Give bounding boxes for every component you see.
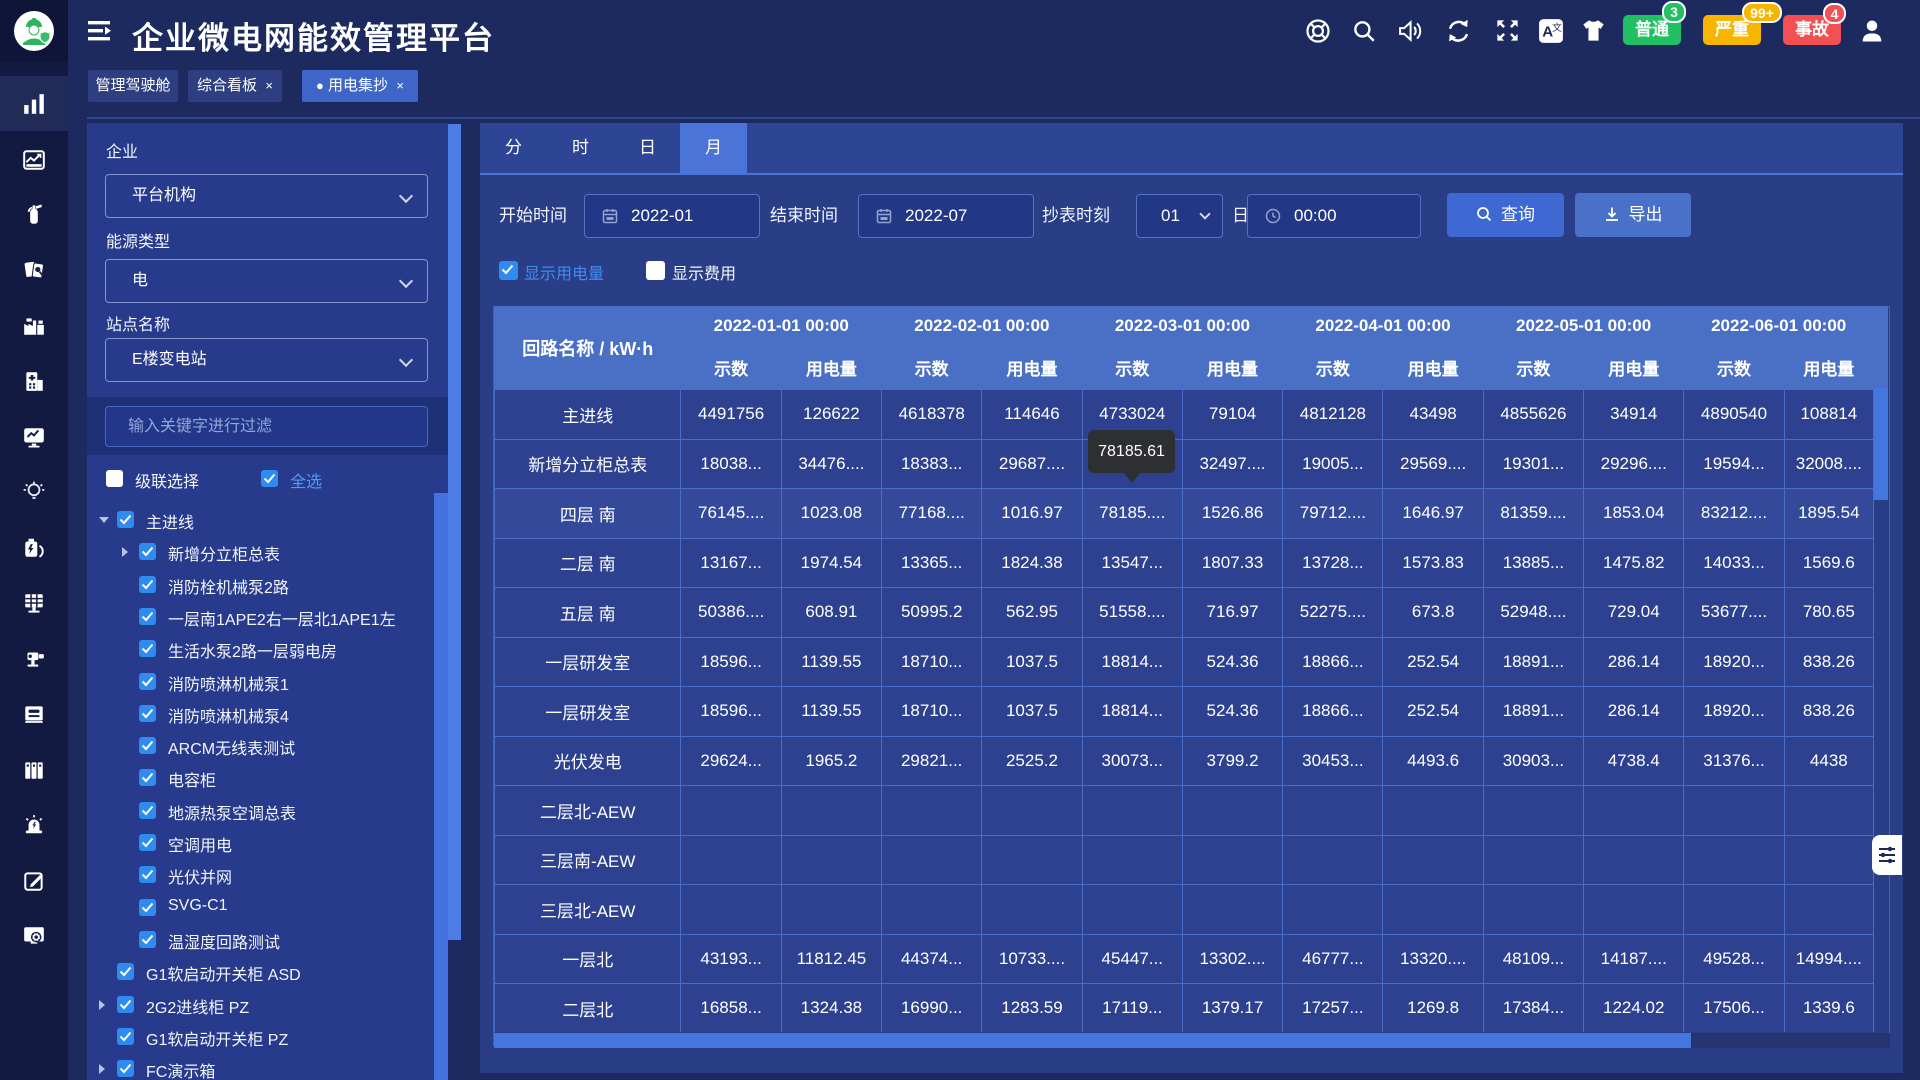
svg-text:文: 文 — [1552, 21, 1562, 34]
